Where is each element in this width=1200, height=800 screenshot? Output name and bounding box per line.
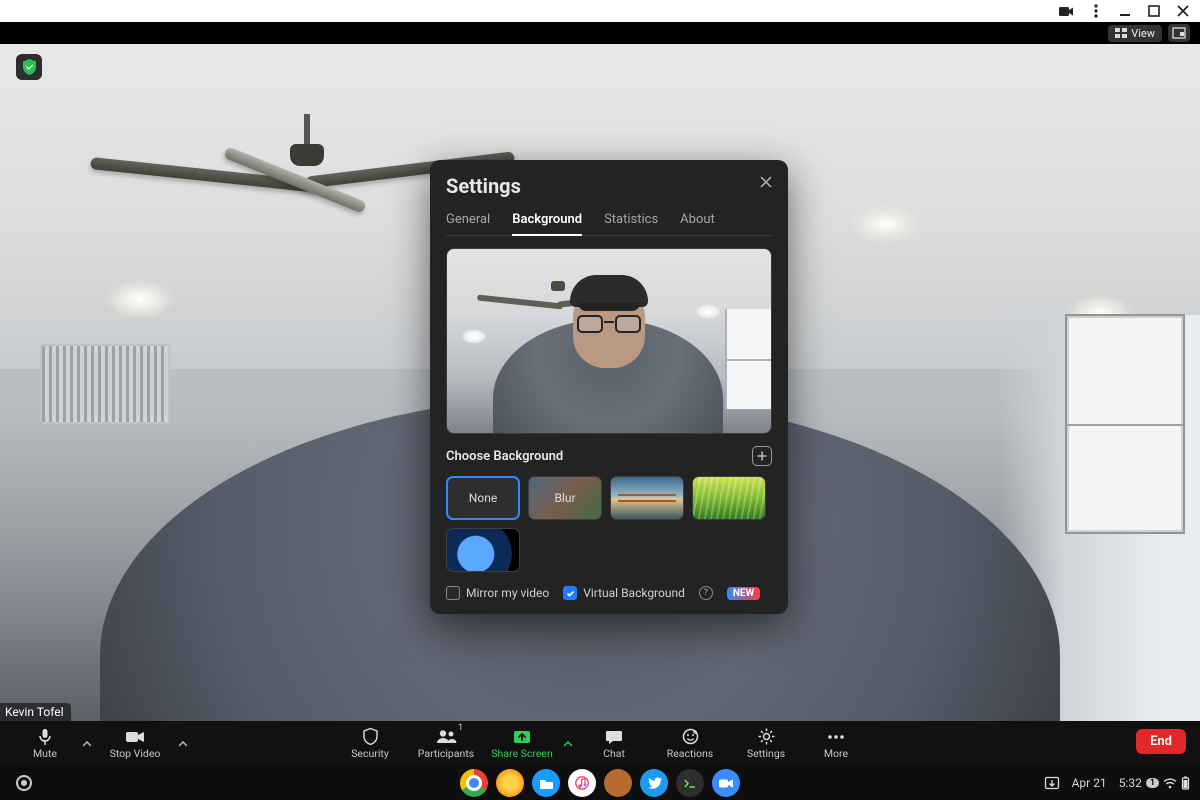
- people-icon: [435, 728, 457, 746]
- camera-icon[interactable]: [1059, 4, 1074, 19]
- bg-option-bridge[interactable]: [610, 476, 684, 520]
- mirror-video-label: Mirror my video: [466, 586, 549, 600]
- mirror-video-checkbox[interactable]: Mirror my video: [446, 586, 549, 600]
- launcher-icon[interactable]: [16, 775, 32, 791]
- video-icon: [125, 728, 145, 746]
- mute-button[interactable]: Mute: [14, 721, 76, 766]
- mute-options-caret-icon[interactable]: [80, 741, 94, 747]
- notification-count: 1: [1146, 778, 1159, 788]
- gear-icon: [758, 728, 775, 746]
- meeting-toolbar: Mute Stop Video Security 1 Participants …: [0, 721, 1200, 766]
- add-background-button[interactable]: [752, 446, 772, 466]
- files-icon[interactable]: [532, 769, 560, 797]
- meeting-topbar: View: [0, 22, 1200, 44]
- system-tray: Apr 21 5:32 1: [1044, 776, 1190, 790]
- bg-option-blur[interactable]: Blur: [528, 476, 602, 520]
- settings-button[interactable]: Settings: [729, 721, 803, 766]
- app-orange-icon[interactable]: [496, 769, 524, 797]
- chat-button[interactable]: Chat: [577, 721, 651, 766]
- virtual-background-label: Virtual Background: [583, 586, 685, 600]
- new-badge: NEW: [727, 587, 760, 600]
- battery-icon: [1181, 776, 1190, 790]
- share-icon: [512, 728, 532, 746]
- screenshot-tray-icon[interactable]: [1044, 776, 1060, 790]
- close-icon[interactable]: [756, 172, 776, 192]
- minimize-icon[interactable]: [1117, 4, 1132, 19]
- os-titlebar: [0, 0, 1200, 22]
- tray-time-group[interactable]: 5:32 1: [1119, 776, 1190, 790]
- kebab-icon[interactable]: [1088, 4, 1103, 19]
- tab-background[interactable]: Background: [512, 212, 582, 235]
- view-button[interactable]: View: [1108, 25, 1162, 42]
- security-button[interactable]: Security: [333, 721, 407, 766]
- reactions-button[interactable]: Reactions: [653, 721, 727, 766]
- settings-tabs: General Background Statistics About: [446, 212, 772, 236]
- music-icon[interactable]: [568, 769, 596, 797]
- fullscreen-button[interactable]: [1168, 24, 1190, 42]
- more-icon: [827, 728, 845, 746]
- maximize-icon[interactable]: [1146, 4, 1161, 19]
- more-button[interactable]: More: [805, 721, 867, 766]
- shield-icon: [363, 728, 378, 746]
- bg-option-grass[interactable]: [692, 476, 766, 520]
- tray-date[interactable]: Apr 21: [1072, 776, 1107, 790]
- settings-modal: Settings General Background Statistics A…: [430, 160, 788, 614]
- stop-video-button[interactable]: Stop Video: [98, 721, 172, 766]
- tab-statistics[interactable]: Statistics: [604, 212, 658, 235]
- view-label: View: [1131, 27, 1155, 40]
- settings-title: Settings: [446, 174, 772, 198]
- help-icon[interactable]: ?: [699, 586, 713, 600]
- video-options-caret-icon[interactable]: [176, 741, 190, 747]
- zoom-icon[interactable]: [712, 769, 740, 797]
- app-brown-icon[interactable]: [604, 769, 632, 797]
- encryption-shield-icon[interactable]: [16, 54, 42, 80]
- background-options: None Blur: [446, 476, 772, 572]
- virtual-background-checkbox[interactable]: Virtual Background: [563, 586, 685, 600]
- participants-button[interactable]: 1 Participants: [409, 721, 483, 766]
- smile-icon: [682, 728, 699, 746]
- bg-option-earth[interactable]: [446, 528, 520, 572]
- close-icon[interactable]: [1175, 4, 1190, 19]
- wifi-icon: [1163, 778, 1177, 789]
- terminal-icon[interactable]: [676, 769, 704, 797]
- participants-count: 1: [458, 723, 463, 733]
- share-options-caret-icon[interactable]: [561, 741, 575, 747]
- microphone-icon: [38, 728, 52, 746]
- chrome-icon[interactable]: [460, 769, 488, 797]
- video-preview: [446, 248, 772, 434]
- bg-option-none[interactable]: None: [446, 476, 520, 520]
- choose-background-label: Choose Background: [446, 449, 563, 464]
- end-button[interactable]: End: [1136, 729, 1186, 754]
- share-screen-button[interactable]: Share Screen: [485, 721, 559, 766]
- twitter-icon[interactable]: [640, 769, 668, 797]
- dock: [460, 769, 740, 797]
- tab-general[interactable]: General: [446, 212, 490, 235]
- participant-name-tag: Kevin Tofel: [0, 703, 71, 721]
- os-taskbar: Apr 21 5:32 1: [0, 766, 1200, 800]
- chat-icon: [605, 728, 623, 746]
- tab-about[interactable]: About: [680, 212, 715, 235]
